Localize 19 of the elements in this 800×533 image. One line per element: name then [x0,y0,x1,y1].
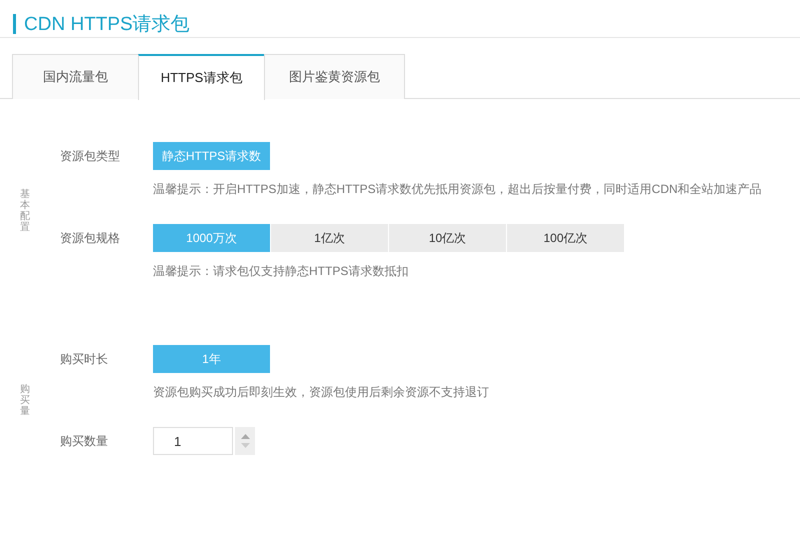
quantity-field[interactable]: 1 [153,427,233,455]
tab[interactable]: 国内流量包 [12,54,139,99]
option-button[interactable]: 100亿次 [507,224,624,252]
section-label: 购买量 [20,384,30,416]
page-title: CDN HTTPS请求包 [24,12,190,36]
field-label: 资源包规格 [60,230,121,246]
field-label: 购买数量 [60,432,109,450]
hint-text: 温馨提示：请求包仅支持静态HTTPS请求数抵扣 [153,263,410,279]
field-label: 购买时长 [60,350,109,368]
option-button[interactable]: 1亿次 [271,224,388,252]
field-label: 资源包类型 [60,148,121,164]
section-label: 基本配置 [20,188,30,232]
stepper-arrows[interactable] [235,427,255,455]
option-button[interactable]: 10亿次 [389,224,506,252]
tab[interactable]: 图片鉴黄资源包 [264,54,405,99]
title-accent-bar [13,14,16,34]
hint-text: 资源包购买成功后即刻生效，资源包使用后剩余资源不支持退订 [153,384,489,400]
hint-text: 温馨提示：开启HTTPS加速，静态HTTPS请求数优先抵用资源包，超出后按量付费，同时适用CDN和全站加速产品 [153,181,762,197]
tab[interactable]: HTTPS请求包 [138,54,265,100]
